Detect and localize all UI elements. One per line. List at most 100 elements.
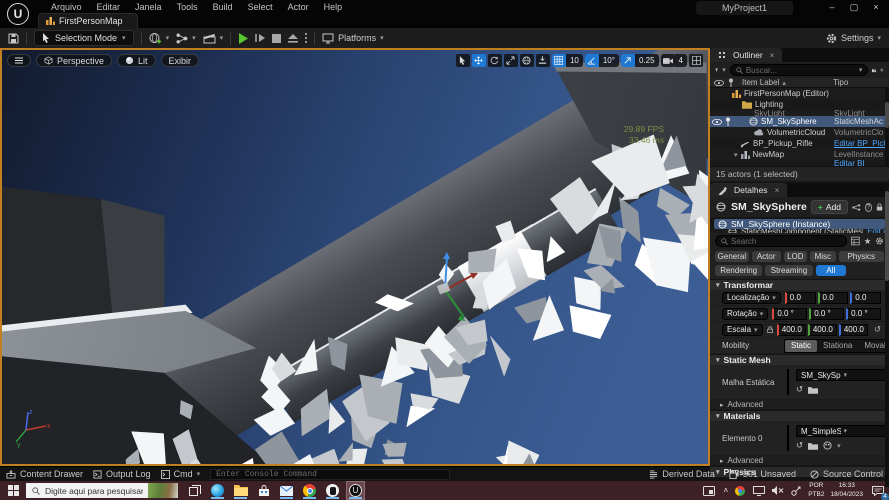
tray-chrome-icon[interactable] <box>734 482 746 499</box>
select-tool[interactable] <box>455 54 470 67</box>
outliner-row-selected[interactable]: SM_SkySphere StaticMeshAc <box>710 116 889 127</box>
material-combo[interactable]: M_SimpleSkyDome▾ <box>796 425 888 437</box>
cinematics-button[interactable]: ▾ <box>203 33 223 44</box>
source-control-button[interactable]: Source Control <box>810 469 883 479</box>
details-scrollbar[interactable] <box>885 187 889 487</box>
details-settings-gear-icon[interactable] <box>875 236 884 246</box>
details-search-input[interactable] <box>731 236 841 246</box>
material-more-caret[interactable]: ▾ <box>837 442 841 450</box>
search-highlight-image[interactable] <box>148 483 178 498</box>
filter-icon[interactable] <box>715 66 719 74</box>
outliner-scrollbar[interactable] <box>885 88 889 166</box>
lit-button[interactable]: Lit <box>117 54 156 67</box>
taskbar-search-input[interactable] <box>45 485 143 496</box>
scale-tool[interactable] <box>503 54 518 67</box>
eye-icon[interactable] <box>712 118 722 125</box>
taskbar-search[interactable] <box>26 483 178 498</box>
tray-expand-chevron[interactable]: ˄ <box>724 486 729 495</box>
tipo-column[interactable]: Tipo <box>833 78 885 87</box>
file-explorer-icon[interactable] <box>232 482 249 499</box>
static-mesh-thumbnail[interactable] <box>787 369 789 395</box>
close-button[interactable]: × <box>867 1 885 13</box>
console-input[interactable] <box>216 469 445 479</box>
outliner-row[interactable]: VolumetricCloud VolumetricClo <box>710 127 889 138</box>
selection-mode-button[interactable]: Selection Mode ▾ <box>34 30 134 46</box>
add-actor-button[interactable]: ▾ <box>149 32 169 44</box>
surface-snap-toggle[interactable] <box>535 54 550 67</box>
edit-blueprint-link[interactable]: Editar BP_Pick <box>834 139 886 148</box>
add-component-button[interactable]: + Add <box>810 200 848 214</box>
eject-button[interactable] <box>288 33 299 43</box>
tray-display-icon[interactable] <box>752 482 765 499</box>
tray-volume-muted-icon[interactable] <box>771 482 784 499</box>
world-coordinate-toggle[interactable] <box>519 54 534 67</box>
platforms-button[interactable]: Platforms ▾ <box>322 33 384 44</box>
section-transform[interactable]: ▾ Transformar <box>710 279 889 290</box>
rotation-dropdown[interactable]: Rotação ▾ <box>722 307 769 320</box>
tray-app-icon[interactable] <box>701 482 718 499</box>
menu-actor[interactable]: Actor <box>281 2 316 12</box>
menu-select[interactable]: Select <box>241 2 280 12</box>
perspective-button[interactable]: Perspective <box>36 54 113 67</box>
outliner-row-partial[interactable]: Editar Bl <box>710 160 889 166</box>
maximize-viewport-button[interactable] <box>689 54 703 67</box>
tray-usb-icon[interactable] <box>790 482 802 499</box>
minimize-button[interactable]: – <box>823 1 841 13</box>
section-static-mesh[interactable]: ▾ Static Mesh <box>710 354 889 365</box>
menu-janela[interactable]: Janela <box>128 2 169 12</box>
scale-dropdown[interactable]: Escala ▾ <box>722 323 763 336</box>
rotation-snap-value[interactable]: 10° <box>598 54 619 67</box>
category-physics[interactable]: Physics <box>838 251 884 262</box>
location-z-field[interactable]: 0.0 <box>850 291 882 304</box>
rotate-tool[interactable] <box>487 54 502 67</box>
share-icon[interactable] <box>852 203 861 212</box>
transform-gizmo[interactable] <box>410 248 482 326</box>
filter-caret[interactable]: ▾ <box>722 66 726 74</box>
static-mesh-combo[interactable]: SM_SkySphere▾ <box>796 369 888 381</box>
play-options-kebab[interactable] <box>305 33 308 43</box>
outliner-row[interactable]: ▾ NewMap LevelInstance <box>710 149 889 160</box>
camera-speed-value[interactable]: 4 <box>674 54 687 67</box>
category-rendering[interactable]: Rendering <box>715 265 763 276</box>
location-x-field[interactable]: 0.0 <box>784 291 816 304</box>
instance-row[interactable]: SM_SkySphere (Instance) <box>714 219 885 229</box>
viewport[interactable]: 29.89 FPS 33.46 ms z x y Perspective Lit… <box>0 48 710 466</box>
new-folder-icon[interactable] <box>872 66 877 75</box>
play-button[interactable] <box>238 32 249 44</box>
mobility-stationary[interactable]: Stationa <box>817 340 858 352</box>
rotation-y-field[interactable]: 0.0 ° <box>809 307 845 320</box>
item-label-column[interactable]: Item Label <box>742 78 779 87</box>
reset-scale-icon[interactable]: ↺ <box>874 324 881 335</box>
unsaved-button[interactable]: 301 Unsaved <box>729 469 796 479</box>
materials-advanced[interactable]: ▸ Advanced <box>710 456 889 466</box>
section-materials[interactable]: ▾ Materials <box>710 410 889 421</box>
unreal-editor-taskbar-icon[interactable]: U <box>346 481 365 500</box>
maximize-button[interactable]: ▢ <box>845 1 863 13</box>
outliner-settings-gear-icon[interactable] <box>880 65 884 75</box>
location-y-field[interactable]: 0.0 <box>817 291 849 304</box>
grid-snap-value[interactable]: 10 <box>565 54 583 67</box>
settings-button[interactable]: Settings ▾ <box>826 33 881 44</box>
favorites-star-icon[interactable]: ★ <box>864 236 872 247</box>
static-mesh-advanced[interactable]: ▸ Advanced <box>710 400 889 410</box>
use-selected-asset-icon[interactable]: ↺ <box>796 440 803 451</box>
browse-to-asset-icon[interactable] <box>808 386 819 394</box>
scale-x-field[interactable]: 400.0 <box>776 323 806 336</box>
epic-games-icon[interactable] <box>324 482 341 499</box>
pin-column-icon[interactable] <box>728 78 734 87</box>
language-indicator[interactable]: POR PTB2 <box>808 482 824 498</box>
outliner-row[interactable]: FirstPersonMap (Editor) <box>710 88 889 99</box>
lock-icon[interactable] <box>876 202 883 212</box>
help-icon[interactable]: ? <box>864 202 872 212</box>
category-general[interactable]: General <box>715 251 749 262</box>
rotation-snap-toggle[interactable] <box>584 54 599 67</box>
grid-snap-toggle[interactable] <box>551 54 566 67</box>
category-actor[interactable]: Actor <box>751 251 781 262</box>
store-icon[interactable] <box>255 482 272 499</box>
blueprints-button[interactable]: ▾ <box>176 33 196 44</box>
viewport-menu-button[interactable] <box>7 54 31 67</box>
outliner-tab[interactable]: Outliner × <box>710 48 783 62</box>
outliner-search[interactable]: ▾ <box>729 64 869 76</box>
derived-data-button[interactable]: Derived Data <box>649 469 715 479</box>
use-selected-asset-icon[interactable]: ↺ <box>796 384 803 395</box>
